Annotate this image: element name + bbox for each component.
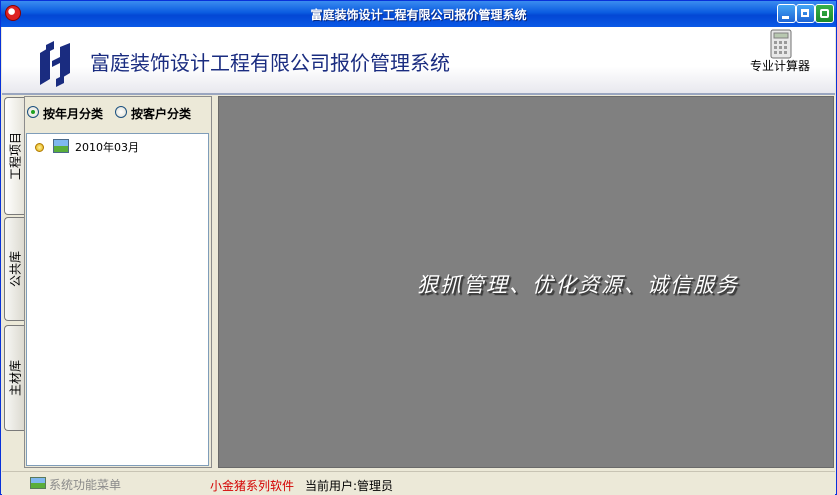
company-logo-icon <box>40 41 70 87</box>
vertical-tab-strip: 工程项目 公共库 主材库 <box>4 97 24 465</box>
maximize-icon <box>801 9 809 17</box>
slogan: 狠抓管理、优化资源、诚信服务 <box>417 273 739 297</box>
close-icon <box>820 9 829 18</box>
calculator-button[interactable]: 专业计算器 <box>750 29 822 79</box>
calculator-label: 专业计算器 <box>750 59 811 73</box>
close-button[interactable] <box>815 4 834 23</box>
minimize-icon <box>782 16 789 19</box>
window-title: 富庭装饰设计工程有限公司报价管理系统 <box>310 8 527 22</box>
app-window: 富庭装饰设计工程有限公司报价管理系统 富庭装饰设计工程有限公司报价管理系统 专业… <box>0 0 837 495</box>
tab-main-materials-label: 主材库 <box>8 359 22 397</box>
tree-node-label: 2010年03月 <box>75 141 139 154</box>
classify-radio-group: 按年月分类 按客户分类 <box>27 105 207 123</box>
tab-public-library-label: 公共库 <box>8 250 22 288</box>
radio-by-month-indicator <box>27 106 39 118</box>
tab-projects-label: 工程项目 <box>8 131 22 181</box>
title-bar[interactable]: 富庭装饰设计工程有限公司报价管理系统 <box>1 1 836 27</box>
radio-by-customer-indicator <box>115 106 127 118</box>
project-tree[interactable]: 2010年03月 <box>26 133 209 466</box>
app-header: 富庭装饰设计工程有限公司报价管理系统 专业计算器 <box>2 27 835 95</box>
radio-by-month-label: 按年月分类 <box>43 107 104 121</box>
maximize-button[interactable] <box>796 4 815 23</box>
status-bar: 系统功能菜单 小金猪系列软件 当前用户:管理员 <box>2 471 835 495</box>
current-user: 当前用户:管理员 <box>305 479 394 493</box>
main-workspace: 狠抓管理、优化资源、诚信服务 <box>218 96 834 468</box>
system-menu-button[interactable]: 系统功能菜单 <box>49 476 121 493</box>
tab-projects[interactable]: 工程项目 <box>4 97 24 215</box>
tree-expand-icon[interactable] <box>35 143 44 152</box>
software-label: 小金猪系列软件 <box>210 479 295 493</box>
minimize-button[interactable] <box>777 4 796 23</box>
tab-public-library[interactable]: 公共库 <box>4 217 24 321</box>
calculator-icon <box>770 29 792 59</box>
tab-main-materials[interactable]: 主材库 <box>4 325 24 431</box>
project-panel: 按年月分类 按客户分类 2010年03月 <box>24 96 212 468</box>
company-name: 富庭装饰设计工程有限公司报价管理系统 <box>90 51 450 75</box>
tree-node[interactable]: 2010年03月 <box>35 138 195 156</box>
tree-node-image-icon <box>53 139 69 153</box>
radio-by-customer-label: 按客户分类 <box>131 107 192 121</box>
system-menu-icon[interactable] <box>30 477 46 489</box>
